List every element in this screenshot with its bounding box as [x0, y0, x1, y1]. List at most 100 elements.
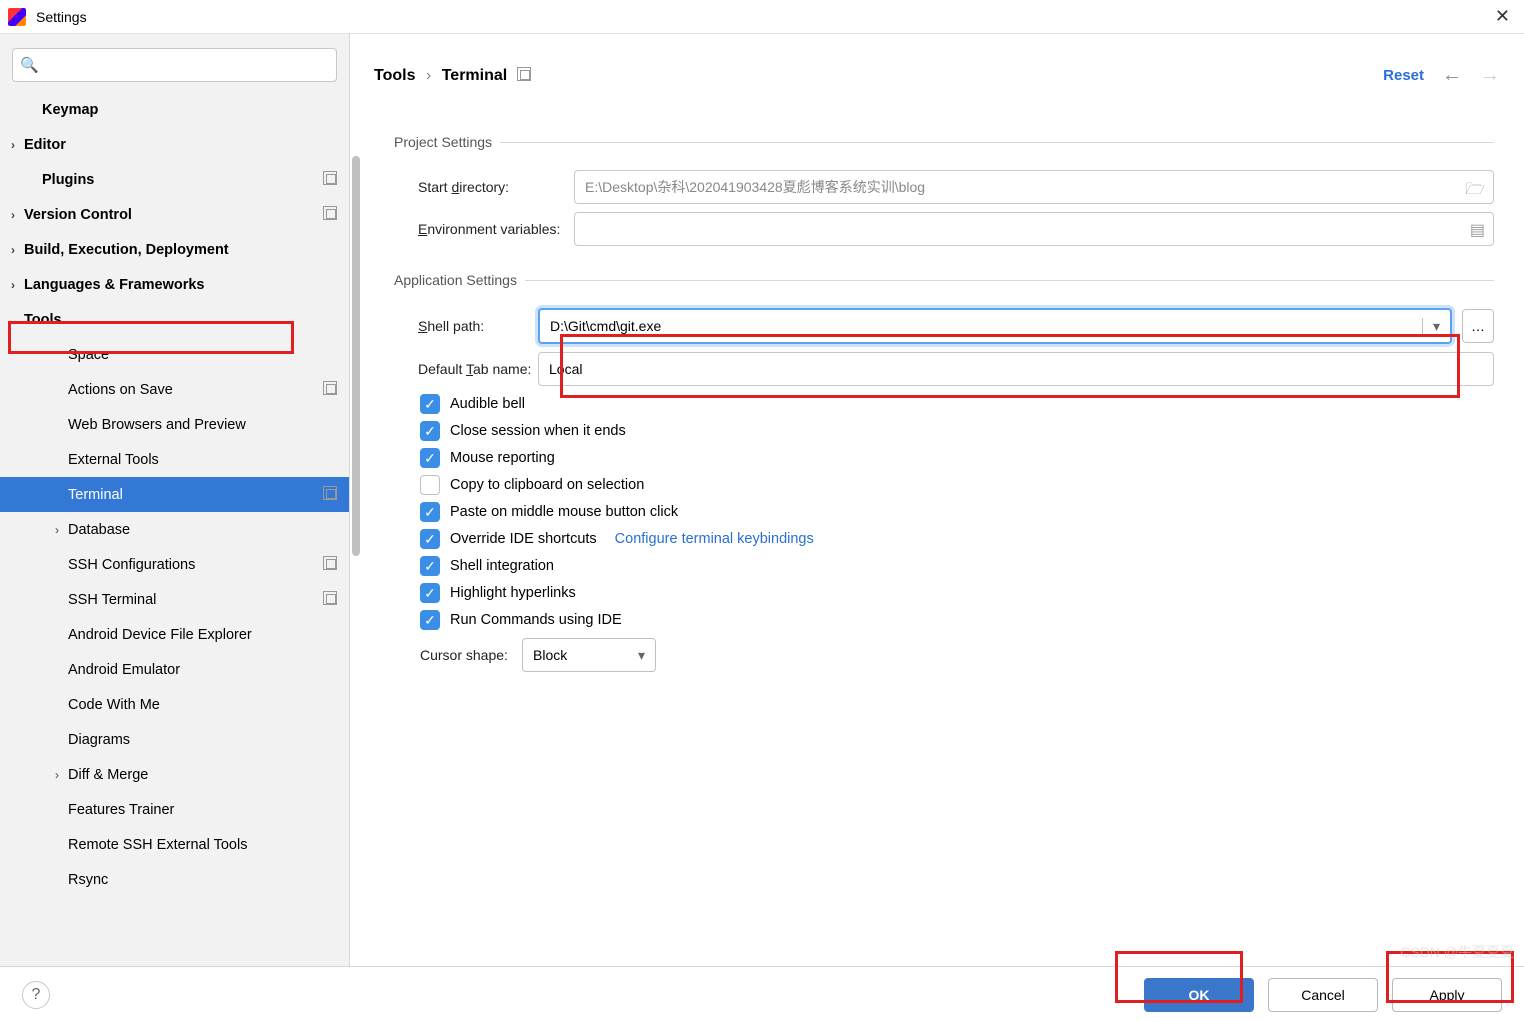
tab-name-label: Default Tab name:	[394, 361, 538, 377]
checkbox-row: ✓ Highlight hyperlinks	[420, 583, 1494, 603]
cursor-shape-select[interactable]: Block ▾	[522, 638, 656, 672]
folder-icon[interactable]: 🗁	[1465, 178, 1485, 205]
main-panel: Tools › Terminal Reset ← → Project Setti…	[350, 34, 1524, 966]
sidebar-item-editor[interactable]: ›Editor	[0, 127, 349, 162]
checkbox[interactable]	[420, 475, 440, 495]
chevron-icon: ›	[50, 768, 64, 782]
sidebar-item-code-with-me[interactable]: Code With Me	[0, 687, 349, 722]
sidebar-item-version-control[interactable]: ›Version Control	[0, 197, 349, 232]
sidebar-item-label: Diff & Merge	[68, 767, 148, 783]
apply-button[interactable]: Apply	[1392, 978, 1502, 1012]
checkbox-row: Copy to clipboard on selection	[420, 475, 1494, 495]
checkbox[interactable]: ✓	[420, 502, 440, 522]
checkbox[interactable]: ✓	[420, 529, 440, 549]
app-icon	[8, 8, 26, 26]
shell-path-browse-button[interactable]: …	[1462, 309, 1494, 343]
sidebar-item-actions-on-save[interactable]: Actions on Save	[0, 372, 349, 407]
sidebar-item-label: Terminal	[68, 487, 123, 503]
sidebar-item-label: Languages & Frameworks	[24, 277, 205, 293]
sidebar-item-label: Keymap	[42, 102, 98, 118]
checkbox-row: ✓ Shell integration	[420, 556, 1494, 576]
checkbox[interactable]: ✓	[420, 556, 440, 576]
footer: ? OK Cancel Apply	[0, 966, 1524, 1022]
ok-button[interactable]: OK	[1144, 978, 1254, 1012]
breadcrumb-terminal: Terminal	[442, 67, 508, 84]
checkbox-label[interactable]: Shell integration	[450, 558, 554, 574]
checkbox-label[interactable]: Audible bell	[450, 396, 525, 412]
checkbox[interactable]: ✓	[420, 583, 440, 603]
cursor-shape-label: Cursor shape:	[396, 647, 516, 663]
sidebar-item-terminal[interactable]: Terminal	[0, 477, 349, 512]
project-scope-icon	[323, 486, 337, 504]
shell-path-field[interactable]: D:\Git\cmd\git.exe ▾	[538, 308, 1452, 344]
chevron-icon: ›	[6, 208, 20, 222]
start-directory-field[interactable]: E:\Desktop\杂科\202041903428夏彪博客系统实训\blog …	[574, 170, 1494, 204]
sidebar-item-label: Features Trainer	[68, 802, 174, 818]
configure-keybindings-link[interactable]: Configure terminal keybindings	[615, 531, 814, 547]
sidebar-item-android-emulator[interactable]: Android Emulator	[0, 652, 349, 687]
sidebar-item-rsync[interactable]: Rsync	[0, 862, 349, 897]
chevron-icon: ›	[6, 243, 20, 257]
chevron-down-icon[interactable]: ▾	[638, 647, 645, 664]
title-bar: Settings ✕	[0, 0, 1524, 34]
checkbox-label[interactable]: Paste on middle mouse button click	[450, 504, 678, 520]
sidebar-item-keymap[interactable]: Keymap	[0, 92, 349, 127]
sidebar-item-plugins[interactable]: Plugins	[0, 162, 349, 197]
breadcrumb: Tools › Terminal	[374, 67, 507, 85]
checkbox-label[interactable]: Close session when it ends	[450, 423, 626, 439]
sidebar-item-label: Plugins	[42, 172, 94, 188]
checkbox-row: ✓ Mouse reporting	[420, 448, 1494, 468]
tab-name-field[interactable]: Local	[538, 352, 1494, 386]
project-scope-icon	[517, 67, 531, 84]
checkbox-row: ✓ Run Commands using IDE	[420, 610, 1494, 630]
checkbox-label[interactable]: Copy to clipboard on selection	[450, 477, 644, 493]
back-icon[interactable]: ←	[1442, 64, 1462, 87]
sidebar-item-ssh-terminal[interactable]: SSH Terminal	[0, 582, 349, 617]
project-settings-group: Project Settings Start directory: E:\Des…	[394, 134, 1494, 254]
sidebar-item-diagrams[interactable]: Diagrams	[0, 722, 349, 757]
reset-button[interactable]: Reset	[1383, 67, 1424, 84]
checkbox-label[interactable]: Override IDE shortcuts	[450, 531, 597, 547]
search-icon: 🔍	[20, 56, 39, 74]
close-icon[interactable]: ✕	[1489, 6, 1516, 27]
window-title: Settings	[36, 9, 87, 25]
project-settings-legend: Project Settings	[394, 134, 500, 150]
sidebar-item-label: External Tools	[68, 452, 159, 468]
checkbox[interactable]: ✓	[420, 394, 440, 414]
shell-path-value: D:\Git\cmd\git.exe	[550, 318, 661, 334]
help-button[interactable]: ?	[22, 981, 50, 1009]
checkbox-row: ✓ Paste on middle mouse button click	[420, 502, 1494, 522]
chevron-down-icon[interactable]: ▾	[1422, 318, 1440, 335]
sidebar-item-ssh-configurations[interactable]: SSH Configurations	[0, 547, 349, 582]
checkbox-label[interactable]: Mouse reporting	[450, 450, 555, 466]
sidebar-item-external-tools[interactable]: External Tools	[0, 442, 349, 477]
sidebar-item-languages-frameworks[interactable]: ›Languages & Frameworks	[0, 267, 349, 302]
sidebar-item-tools[interactable]: ⌄Tools	[0, 302, 349, 337]
sidebar-item-space[interactable]: Space	[0, 337, 349, 372]
sidebar-item-diff-merge[interactable]: › Diff & Merge	[0, 757, 349, 792]
env-vars-field[interactable]: ▤	[574, 212, 1494, 246]
sidebar-item-remote-ssh-external-tools[interactable]: Remote SSH External Tools	[0, 827, 349, 862]
project-scope-icon	[323, 381, 337, 399]
sidebar-item-label: Space	[68, 347, 109, 363]
checkbox-label[interactable]: Run Commands using IDE	[450, 612, 622, 628]
checkbox[interactable]: ✓	[420, 448, 440, 468]
checkbox[interactable]: ✓	[420, 421, 440, 441]
chevron-icon: ›	[50, 523, 64, 537]
sidebar-item-label: SSH Terminal	[68, 592, 156, 608]
sidebar-item-build-execution-deployment[interactable]: ›Build, Execution, Deployment	[0, 232, 349, 267]
sidebar: 🔍 Keymap ›Editor Plugins ›Version Control›B…	[0, 34, 350, 966]
sidebar-item-label: Web Browsers and Preview	[68, 417, 246, 433]
sidebar-item-database[interactable]: ›Database	[0, 512, 349, 547]
sidebar-item-features-trainer[interactable]: Features Trainer	[0, 792, 349, 827]
checkbox-label[interactable]: Highlight hyperlinks	[450, 585, 576, 601]
checkbox[interactable]: ✓	[420, 610, 440, 630]
forward-icon[interactable]: →	[1480, 64, 1500, 87]
sidebar-item-android-device-file-explorer[interactable]: Android Device File Explorer	[0, 617, 349, 652]
list-icon[interactable]: ▤	[1470, 220, 1485, 240]
sidebar-item-web-browsers-and-preview[interactable]: Web Browsers and Preview	[0, 407, 349, 442]
application-settings-group: Application Settings Shell path: D:\Git\…	[394, 272, 1494, 680]
search-input[interactable]	[12, 48, 337, 82]
breadcrumb-tools[interactable]: Tools	[374, 67, 415, 84]
cancel-button[interactable]: Cancel	[1268, 978, 1378, 1012]
